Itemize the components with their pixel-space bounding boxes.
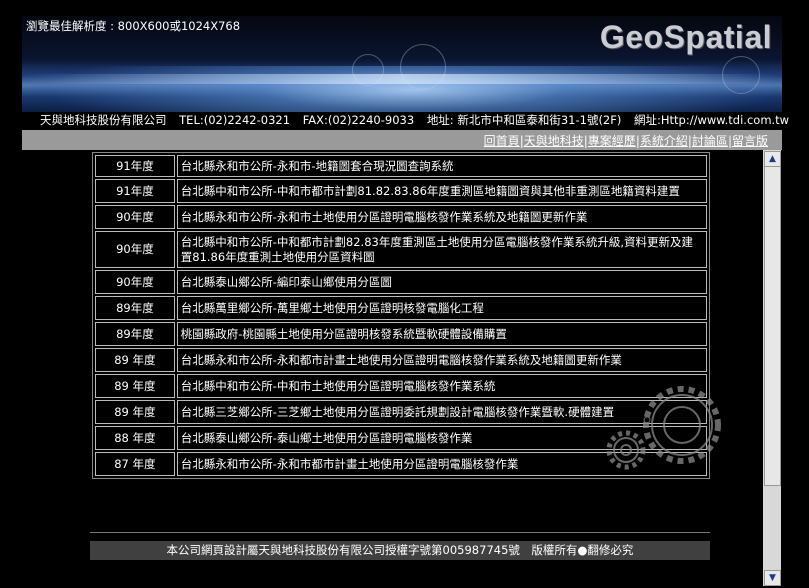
scroll-down-button[interactable]: ▼ — [764, 570, 781, 586]
table-row: 89年度 桃園縣政府-桃園縣土地使用分區證明核發系統暨軟硬體設備購置 — [95, 322, 707, 346]
nav-forum-link[interactable]: 討論區 — [692, 134, 728, 148]
year-cell: 89 年度 — [95, 348, 175, 372]
banner-orb-decoration — [352, 54, 384, 86]
geospatial-logo: GeoSpatial — [599, 19, 772, 55]
header-banner: 瀏覽最佳解析度 : 800X600或1024X768 GeoSpatial — [22, 16, 782, 112]
description-cell: 台北縣中和市公所-中和都市計劃82.83年度重測區土地使用分區電腦核發作業系統升… — [176, 231, 707, 268]
company-name: 天與地科技股份有限公司 — [40, 113, 167, 127]
year-cell: 87 年度 — [95, 452, 175, 476]
description-cell: 台北縣永和市公所-永和都市計畫土地使用分區證明電腦核發作業系統及地籍圖更新作業 — [176, 348, 707, 372]
nav-bar: 回首頁|天與地科技|專案經歷|系統介紹|討論區|留言版 — [22, 130, 782, 150]
year-cell: 91年度 — [95, 155, 175, 177]
nav-home-link[interactable]: 回首頁 — [484, 134, 520, 148]
year-cell: 89年度 — [95, 322, 175, 346]
nav-links: 回首頁|天與地科技|專案經歷|系統介紹|討論區|留言版 — [484, 132, 768, 149]
scroll-up-button[interactable]: ▲ — [764, 151, 781, 167]
description-cell: 台北縣永和市公所-永和市-地籍圖套合現況圖查詢系統 — [176, 155, 707, 177]
website: 網址:Http://www.tdi.com.tw — [634, 113, 790, 127]
footer-divider — [90, 532, 710, 533]
year-cell: 90年度 — [95, 205, 175, 229]
description-cell: 台北縣萬里鄉公所-萬里鄉土地使用分區證明核發電腦化工程 — [176, 296, 707, 320]
description-cell: 桃園縣政府-桃園縣土地使用分區證明核發系統暨軟硬體設備購置 — [176, 322, 707, 346]
arrow-up-icon: ▲ — [769, 154, 776, 164]
year-cell: 91年度 — [95, 179, 175, 203]
table-row: 91年度 台北縣永和市公所-永和市-地籍圖套合現況圖查詢系統 — [95, 155, 707, 177]
description-cell: 台北縣永和市公所-永和市土地使用分區證明電腦核發作業系統及地籍圖更新作業 — [176, 205, 707, 229]
table-row: 89年度 台北縣萬里鄉公所-萬里鄉土地使用分區證明核發電腦化工程 — [95, 296, 707, 320]
fax: FAX:(02)2240-9033 — [302, 113, 415, 127]
copyright-bar: 本公司網頁設計屬天與地科技股份有限公司授權字號第005987745號 版權所有●… — [90, 541, 710, 560]
address: 地址: 新北市中和區泰和街31-1號(2F) — [426, 113, 622, 127]
gear-decoration-icon — [606, 386, 721, 470]
year-cell: 89 年度 — [95, 374, 175, 398]
telephone: TEL:(02)2242-0321 — [179, 113, 291, 127]
content-frame: 91年度 台北縣永和市公所-永和市-地籍圖套合現況圖查詢系統 91年度 台北縣中和市… — [22, 150, 762, 586]
table-row: 91年度 台北縣中和市公所-中和市都市計劃81.82.83.86年度重測區地籍圖資… — [95, 179, 707, 203]
table-row: 90年度 台北縣永和市公所-永和市土地使用分區證明電腦核發作業系統及地籍圖更新作業 — [95, 205, 707, 229]
scrollbar-thumb[interactable] — [764, 166, 781, 486]
year-cell: 89 年度 — [95, 400, 175, 424]
year-cell: 89年度 — [95, 296, 175, 320]
contact-bar: 天與地科技股份有限公司 TEL:(02)2242-0321 FAX:(02)22… — [22, 112, 789, 130]
banner-orb-decoration — [722, 56, 760, 94]
arrow-down-icon: ▼ — [769, 573, 776, 583]
table-row: 90年度 台北縣中和市公所-中和都市計劃82.83年度重測區土地使用分區電腦核發作… — [95, 231, 707, 268]
year-cell: 90年度 — [95, 270, 175, 294]
table-row: 89 年度 台北縣永和市公所-永和都市計畫土地使用分區證明電腦核發作業系統及地籍圖… — [95, 348, 707, 372]
nav-company-link[interactable]: 天與地科技 — [524, 134, 584, 148]
description-cell: 台北縣中和市公所-中和市都市計劃81.82.83.86年度重測區地籍圖資與其他非… — [176, 179, 707, 203]
nav-projects-link[interactable]: 專案經歷 — [588, 134, 636, 148]
description-cell: 台北縣泰山鄉公所-編印泰山鄉使用分區圖 — [176, 270, 707, 294]
table-row: 90年度 台北縣泰山鄉公所-編印泰山鄉使用分區圖 — [95, 270, 707, 294]
banner-orb-decoration — [400, 44, 446, 90]
resolution-note: 瀏覽最佳解析度 : 800X600或1024X768 — [26, 19, 241, 33]
year-cell: 88 年度 — [95, 426, 175, 450]
nav-guestbook-link[interactable]: 留言版 — [732, 134, 768, 148]
vertical-scrollbar[interactable]: ▲ ▼ — [763, 150, 781, 586]
year-cell: 90年度 — [95, 231, 175, 268]
nav-systems-link[interactable]: 系統介紹 — [640, 134, 688, 148]
